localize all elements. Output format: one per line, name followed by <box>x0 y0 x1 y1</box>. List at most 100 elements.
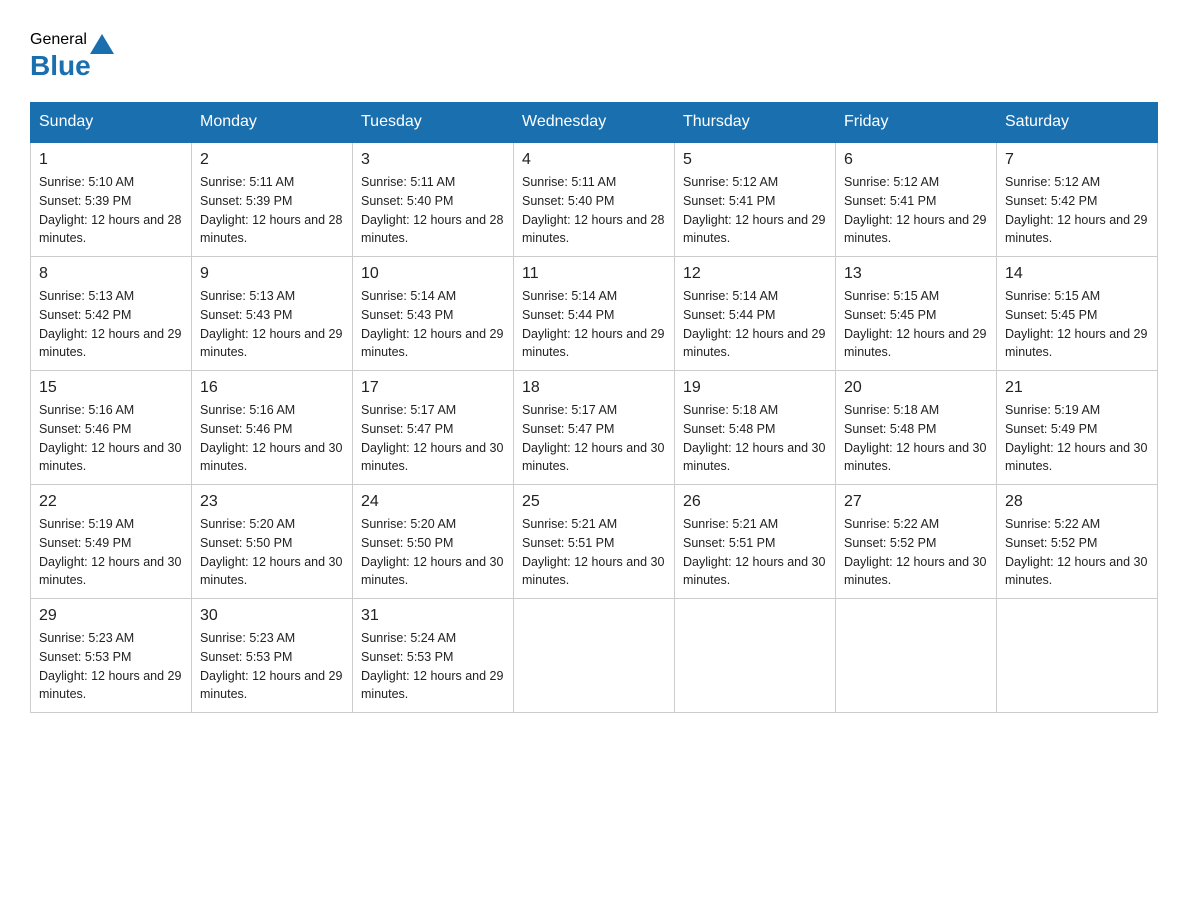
day-number: 14 <box>1005 265 1149 283</box>
calendar-cell: 13 Sunrise: 5:15 AMSunset: 5:45 PMDayligh… <box>836 257 997 371</box>
day-info: Sunrise: 5:21 AMSunset: 5:51 PMDaylight:… <box>683 515 827 590</box>
day-info: Sunrise: 5:20 AMSunset: 5:50 PMDaylight:… <box>361 515 505 590</box>
header-sunday: Sunday <box>31 103 192 143</box>
day-info: Sunrise: 5:11 AMSunset: 5:40 PMDaylight:… <box>361 173 505 248</box>
calendar-cell: 18 Sunrise: 5:17 AMSunset: 5:47 PMDayligh… <box>514 371 675 485</box>
header-wednesday: Wednesday <box>514 103 675 143</box>
day-info: Sunrise: 5:18 AMSunset: 5:48 PMDaylight:… <box>683 401 827 476</box>
day-info: Sunrise: 5:10 AMSunset: 5:39 PMDaylight:… <box>39 173 183 248</box>
calendar-cell: 17 Sunrise: 5:17 AMSunset: 5:47 PMDayligh… <box>353 371 514 485</box>
day-info: Sunrise: 5:14 AMSunset: 5:44 PMDaylight:… <box>683 287 827 362</box>
calendar-table: SundayMondayTuesdayWednesdayThursdayFrid… <box>30 102 1158 713</box>
day-number: 8 <box>39 265 183 283</box>
calendar-cell: 3 Sunrise: 5:11 AMSunset: 5:40 PMDaylight… <box>353 142 514 257</box>
calendar-cell: 25 Sunrise: 5:21 AMSunset: 5:51 PMDayligh… <box>514 485 675 599</box>
calendar-cell: 6Sunrise: 5:12 AMSunset: 5:41 PMDaylight… <box>836 142 997 257</box>
calendar-week-5: 29 Sunrise: 5:23 AMSunset: 5:53 PMDayligh… <box>31 599 1158 713</box>
day-number: 28 <box>1005 493 1149 511</box>
calendar-week-1: 1 Sunrise: 5:10 AMSunset: 5:39 PMDaylight… <box>31 142 1158 257</box>
day-info: Sunrise: 5:13 AMSunset: 5:42 PMDaylight:… <box>39 287 183 362</box>
calendar-week-2: 8 Sunrise: 5:13 AMSunset: 5:42 PMDaylight… <box>31 257 1158 371</box>
day-info: Sunrise: 5:24 AMSunset: 5:53 PMDaylight:… <box>361 629 505 704</box>
calendar-cell: 24 Sunrise: 5:20 AMSunset: 5:50 PMDayligh… <box>353 485 514 599</box>
day-number: 25 <box>522 493 666 511</box>
day-number: 19 <box>683 379 827 397</box>
logo-blue-text: Blue <box>30 50 91 82</box>
day-number: 1 <box>39 151 183 169</box>
header-tuesday: Tuesday <box>353 103 514 143</box>
day-info: Sunrise: 5:17 AMSunset: 5:47 PMDaylight:… <box>361 401 505 476</box>
day-number: 26 <box>683 493 827 511</box>
day-number: 10 <box>361 265 505 283</box>
day-number: 31 <box>361 607 505 625</box>
day-info: Sunrise: 5:14 AMSunset: 5:44 PMDaylight:… <box>522 287 666 362</box>
day-number: 18 <box>522 379 666 397</box>
day-number: 13 <box>844 265 988 283</box>
day-number: 12 <box>683 265 827 283</box>
calendar-cell: 14 Sunrise: 5:15 AMSunset: 5:45 PMDayligh… <box>997 257 1158 371</box>
day-info: Sunrise: 5:16 AMSunset: 5:46 PMDaylight:… <box>39 401 183 476</box>
calendar-cell: 7 Sunrise: 5:12 AMSunset: 5:42 PMDaylight… <box>997 142 1158 257</box>
day-info: Sunrise: 5:20 AMSunset: 5:50 PMDaylight:… <box>200 515 344 590</box>
day-number: 22 <box>39 493 183 511</box>
day-info: Sunrise: 5:23 AMSunset: 5:53 PMDaylight:… <box>39 629 183 704</box>
logo: General Blue <box>30 30 117 82</box>
day-number: 4 <box>522 151 666 169</box>
day-info: Sunrise: 5:19 AMSunset: 5:49 PMDaylight:… <box>1005 401 1149 476</box>
day-info: Sunrise: 5:17 AMSunset: 5:47 PMDaylight:… <box>522 401 666 476</box>
day-info: Sunrise: 5:11 AMSunset: 5:40 PMDaylight:… <box>522 173 666 248</box>
calendar-week-4: 22 Sunrise: 5:19 AMSunset: 5:49 PMDayligh… <box>31 485 1158 599</box>
calendar-cell <box>997 599 1158 713</box>
calendar-cell: 4 Sunrise: 5:11 AMSunset: 5:40 PMDaylight… <box>514 142 675 257</box>
day-number: 3 <box>361 151 505 169</box>
calendar-week-3: 15 Sunrise: 5:16 AMSunset: 5:46 PMDayligh… <box>31 371 1158 485</box>
calendar-cell: 29 Sunrise: 5:23 AMSunset: 5:53 PMDayligh… <box>31 599 192 713</box>
day-number: 15 <box>39 379 183 397</box>
calendar-cell: 22 Sunrise: 5:19 AMSunset: 5:49 PMDayligh… <box>31 485 192 599</box>
day-number: 11 <box>522 265 666 283</box>
header-friday: Friday <box>836 103 997 143</box>
calendar-cell: 10Sunrise: 5:14 AMSunset: 5:43 PMDayligh… <box>353 257 514 371</box>
calendar-cell: 15 Sunrise: 5:16 AMSunset: 5:46 PMDayligh… <box>31 371 192 485</box>
calendar-cell: 11 Sunrise: 5:14 AMSunset: 5:44 PMDayligh… <box>514 257 675 371</box>
day-number: 16 <box>200 379 344 397</box>
day-number: 9 <box>200 265 344 283</box>
calendar-cell <box>514 599 675 713</box>
logo-triangle-icon <box>90 34 114 54</box>
day-number: 29 <box>39 607 183 625</box>
day-info: Sunrise: 5:12 AMSunset: 5:42 PMDaylight:… <box>1005 173 1149 248</box>
day-info: Sunrise: 5:18 AMSunset: 5:48 PMDaylight:… <box>844 401 988 476</box>
day-number: 27 <box>844 493 988 511</box>
calendar-cell: 30Sunrise: 5:23 AMSunset: 5:53 PMDayligh… <box>192 599 353 713</box>
page-header: General Blue <box>30 30 1158 82</box>
calendar-cell: 19 Sunrise: 5:18 AMSunset: 5:48 PMDayligh… <box>675 371 836 485</box>
calendar-cell: 31 Sunrise: 5:24 AMSunset: 5:53 PMDayligh… <box>353 599 514 713</box>
day-number: 6 <box>844 151 988 169</box>
calendar-cell: 1 Sunrise: 5:10 AMSunset: 5:39 PMDaylight… <box>31 142 192 257</box>
day-info: Sunrise: 5:13 AMSunset: 5:43 PMDaylight:… <box>200 287 344 362</box>
day-number: 7 <box>1005 151 1149 169</box>
logo-general-text: General <box>30 31 87 49</box>
header-thursday: Thursday <box>675 103 836 143</box>
calendar-cell: 2Sunrise: 5:11 AMSunset: 5:39 PMDaylight… <box>192 142 353 257</box>
day-number: 24 <box>361 493 505 511</box>
calendar-cell: 23 Sunrise: 5:20 AMSunset: 5:50 PMDayligh… <box>192 485 353 599</box>
day-info: Sunrise: 5:11 AMSunset: 5:39 PMDaylight:… <box>200 173 344 248</box>
calendar-cell: 9 Sunrise: 5:13 AMSunset: 5:43 PMDaylight… <box>192 257 353 371</box>
day-number: 5 <box>683 151 827 169</box>
day-info: Sunrise: 5:15 AMSunset: 5:45 PMDaylight:… <box>844 287 988 362</box>
calendar-header-row: SundayMondayTuesdayWednesdayThursdayFrid… <box>31 103 1158 143</box>
day-info: Sunrise: 5:22 AMSunset: 5:52 PMDaylight:… <box>1005 515 1149 590</box>
day-info: Sunrise: 5:15 AMSunset: 5:45 PMDaylight:… <box>1005 287 1149 362</box>
calendar-cell: 27 Sunrise: 5:22 AMSunset: 5:52 PMDayligh… <box>836 485 997 599</box>
calendar-cell <box>675 599 836 713</box>
calendar-cell: 12 Sunrise: 5:14 AMSunset: 5:44 PMDayligh… <box>675 257 836 371</box>
calendar-cell: 26 Sunrise: 5:21 AMSunset: 5:51 PMDayligh… <box>675 485 836 599</box>
day-info: Sunrise: 5:19 AMSunset: 5:49 PMDaylight:… <box>39 515 183 590</box>
day-number: 23 <box>200 493 344 511</box>
header-monday: Monday <box>192 103 353 143</box>
day-info: Sunrise: 5:23 AMSunset: 5:53 PMDaylight:… <box>200 629 344 704</box>
day-info: Sunrise: 5:22 AMSunset: 5:52 PMDaylight:… <box>844 515 988 590</box>
day-info: Sunrise: 5:21 AMSunset: 5:51 PMDaylight:… <box>522 515 666 590</box>
day-number: 17 <box>361 379 505 397</box>
